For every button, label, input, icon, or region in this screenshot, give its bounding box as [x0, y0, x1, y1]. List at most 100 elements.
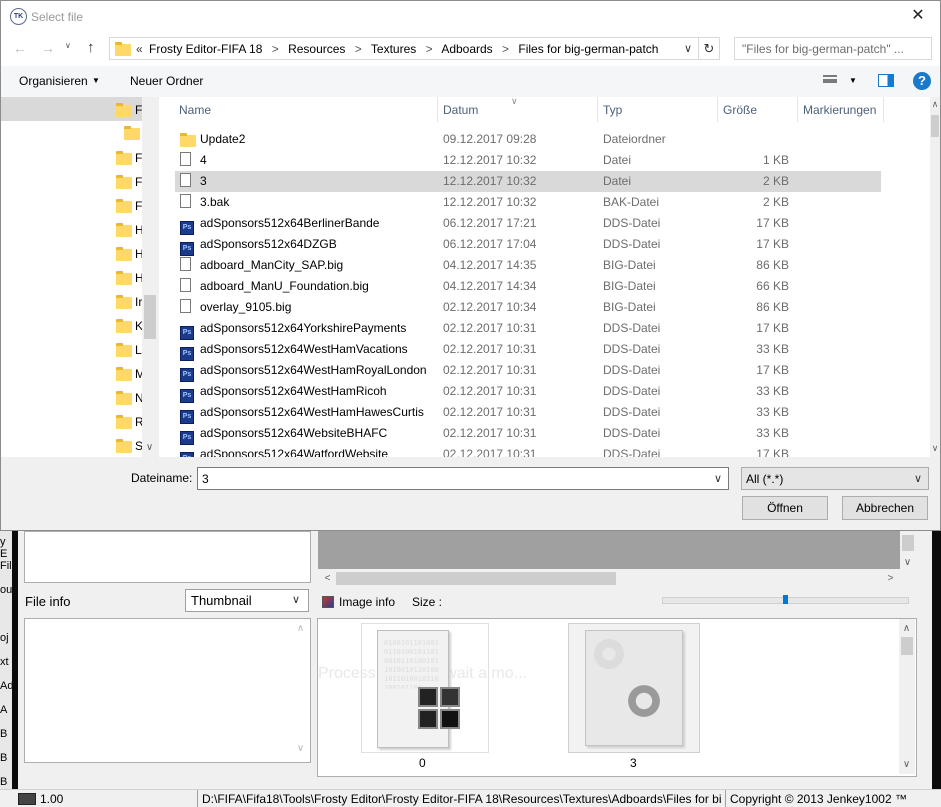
file-size: 2 KB [762, 174, 789, 188]
scrollbar-thumb[interactable] [902, 535, 914, 551]
file-size: 33 KB [756, 342, 789, 356]
chevron-down-icon[interactable]: ∨ [714, 472, 722, 485]
preview-area [318, 531, 900, 569]
chevron-left-icon[interactable]: < [320, 571, 335, 586]
file-row[interactable]: 4 12.12.2017 10:32 Datei 1 KB [175, 150, 881, 171]
chevron-right-icon[interactable]: > [426, 42, 433, 56]
file-row[interactable]: Ps adSponsors512x64WestHamRoyalLondon 02.1… [175, 360, 881, 382]
file-icon-cell: Ps [180, 360, 194, 382]
file-row[interactable]: adboard_ManU_Foundation.big 04.12.2017 14… [175, 276, 881, 297]
file-row[interactable]: adboard_ManCity_SAP.big 04.12.2017 14:35 B… [175, 255, 881, 276]
folder-icon [116, 175, 132, 189]
chevron-up-icon[interactable]: ∧ [930, 97, 940, 112]
file-type: DDS-Datei [603, 216, 661, 230]
breadcrumb-overflow[interactable]: « [136, 42, 143, 56]
app-logo-icon: TK [10, 8, 27, 25]
file-row[interactable]: Ps adSponsors512x64WestHamVacations 02.12.… [175, 339, 881, 361]
file-list-box[interactable] [24, 531, 311, 583]
back-arrow-icon[interactable]: ← [13, 38, 29, 58]
breadcrumb-item[interactable]: Adboards [441, 42, 492, 56]
status-bar: 1.00 D:\FIFA\Fifa18\Tools\Frosty Editor\… [0, 789, 941, 807]
cancel-button[interactable]: Abbrechen [842, 496, 928, 520]
view-options-icon[interactable] [823, 75, 837, 87]
thumbnail-vscrollbar[interactable]: ∧ ∨ [899, 619, 915, 774]
new-folder-button[interactable]: Neuer Ordner [130, 74, 203, 88]
tile-square [418, 709, 438, 729]
file-type-filter[interactable]: All (*.*) ∨ [741, 467, 929, 490]
organize-button[interactable]: Organisieren [19, 74, 88, 88]
preview-hscrollbar[interactable]: < > [318, 570, 900, 587]
file-row[interactable]: 3 12.12.2017 10:32 Datei 2 KB [175, 171, 881, 192]
file-row[interactable]: Ps adSponsors512x64YorkshirePayments 02.12… [175, 318, 881, 340]
thumbnail-item[interactable]: 0100101101001011010010110100101101001011… [361, 623, 489, 753]
chevron-down-icon[interactable]: ∨ [142, 440, 157, 455]
chevron-up-icon[interactable]: ∧ [899, 621, 914, 636]
breadcrumb-item[interactable]: Files for big-german-patch [518, 42, 658, 56]
info-vscrollbar[interactable]: ∧ ∨ [293, 619, 309, 760]
chevron-down-icon[interactable]: ∨ [900, 555, 915, 570]
chevron-down-icon[interactable]: ∨ [899, 757, 914, 772]
file-row[interactable]: 3.bak 12.12.2017 10:32 BAK-Datei 2 KB [175, 192, 881, 213]
scrollbar-thumb[interactable] [336, 572, 616, 585]
photoshop-file-icon: Ps [180, 431, 194, 445]
preview-vscrollbar[interactable]: ∨ [900, 531, 916, 571]
file-row[interactable]: Ps adSponsors512x64WebsiteBHAFC 02.12.2017… [175, 423, 881, 445]
chevron-down-icon[interactable]: ∨ [684, 42, 692, 55]
scrollbar-thumb[interactable] [144, 295, 156, 339]
chevron-down-icon: ∨ [292, 594, 301, 606]
open-button[interactable]: Öffnen [742, 496, 828, 520]
up-arrow-icon[interactable]: ↑ [87, 38, 103, 58]
refresh-icon[interactable]: ↻ [699, 37, 720, 60]
recent-dropdown-icon[interactable]: ∨ [65, 41, 71, 50]
folder-icon [116, 247, 132, 261]
file-row[interactable]: Ps adSponsors512x64WestHamRicoh 02.12.2017… [175, 381, 881, 403]
column-header-name[interactable]: Name [179, 97, 211, 122]
left-clipped-panel: y E File ou oj xt Ad A B B B [0, 530, 12, 792]
help-icon[interactable]: ? [913, 72, 931, 90]
chevron-up-icon[interactable]: ∧ [293, 621, 308, 636]
file-list-vscrollbar[interactable]: ∧ ∨ [930, 97, 940, 457]
thumbnail-item[interactable] [568, 623, 700, 753]
breadcrumb-item[interactable]: Resources [288, 42, 345, 56]
photoshop-file-icon: Ps [180, 368, 194, 382]
filename-input[interactable]: 3 ∨ [197, 467, 729, 490]
zoom-slider-thumb[interactable] [783, 595, 788, 604]
forward-arrow-icon[interactable]: → [41, 38, 57, 58]
folder-icon [180, 133, 196, 147]
file-row[interactable]: Ps adSponsors512x64DZGB 06.12.2017 17:04 DD… [175, 234, 881, 256]
scrollbar-thumb[interactable] [901, 637, 913, 655]
chevron-right-icon[interactable]: > [502, 42, 509, 56]
file-row[interactable]: Ps adSponsors512x64BerlinerBande 06.12.201… [175, 213, 881, 235]
chevron-down-icon[interactable]: ∨ [930, 441, 940, 456]
nav-vscrollbar[interactable]: ∨ [142, 97, 158, 457]
file-row[interactable]: overlay_9105.big 02.12.2017 10:34 BIG-Date… [175, 297, 881, 318]
chevron-right-icon[interactable]: > [883, 571, 898, 586]
preview-pane-icon[interactable] [878, 74, 894, 87]
breadcrumb-item[interactable]: Frosty Editor-FIFA 18 [149, 42, 262, 56]
file-row[interactable]: Update2 09.12.2017 09:28 Dateiordner [175, 129, 881, 150]
scrollbar-thumb[interactable] [931, 115, 939, 137]
close-icon[interactable]: ✕ [907, 5, 929, 27]
file-name: adboard_ManCity_SAP.big [200, 258, 344, 272]
view-mode-select[interactable]: Thumbnail ∨ [185, 589, 309, 612]
column-header-tags[interactable]: Markierungen [803, 97, 876, 122]
breadcrumb-item[interactable]: Textures [371, 42, 416, 56]
file-row[interactable]: Ps adSponsors512x64WestHamHawesCurtis 02.1… [175, 402, 881, 424]
select-file-dialog: TK Select file ✕ ← → ∨ ↑ « Frosty Editor… [0, 0, 941, 531]
file-date: 02.12.2017 10:31 [443, 384, 537, 398]
chevron-down-icon[interactable]: ▼ [92, 76, 100, 85]
file-date: 09.12.2017 09:28 [443, 132, 537, 146]
file-name: overlay_9105.big [200, 300, 292, 314]
column-header-size[interactable]: Größe [723, 97, 757, 122]
column-header-type[interactable]: Typ [603, 97, 622, 122]
search-input[interactable]: "Files for big-german-patch" ... [734, 37, 932, 60]
chevron-right-icon[interactable]: > [272, 42, 279, 56]
chevron-down-icon[interactable]: ▼ [849, 76, 857, 85]
address-bar[interactable]: « Frosty Editor-FIFA 18 > Resources > Te… [109, 37, 699, 60]
title-bar[interactable]: TK Select file ✕ [1, 1, 940, 32]
column-header-date[interactable]: Datum [443, 97, 478, 122]
chevron-right-icon[interactable]: > [355, 42, 362, 56]
file-type: Dateiordner [603, 132, 666, 146]
chevron-down-icon[interactable]: ∨ [293, 741, 308, 756]
file-row[interactable]: Ps adSponsors512x64WatfordWebsite 02.12.20… [175, 444, 881, 457]
